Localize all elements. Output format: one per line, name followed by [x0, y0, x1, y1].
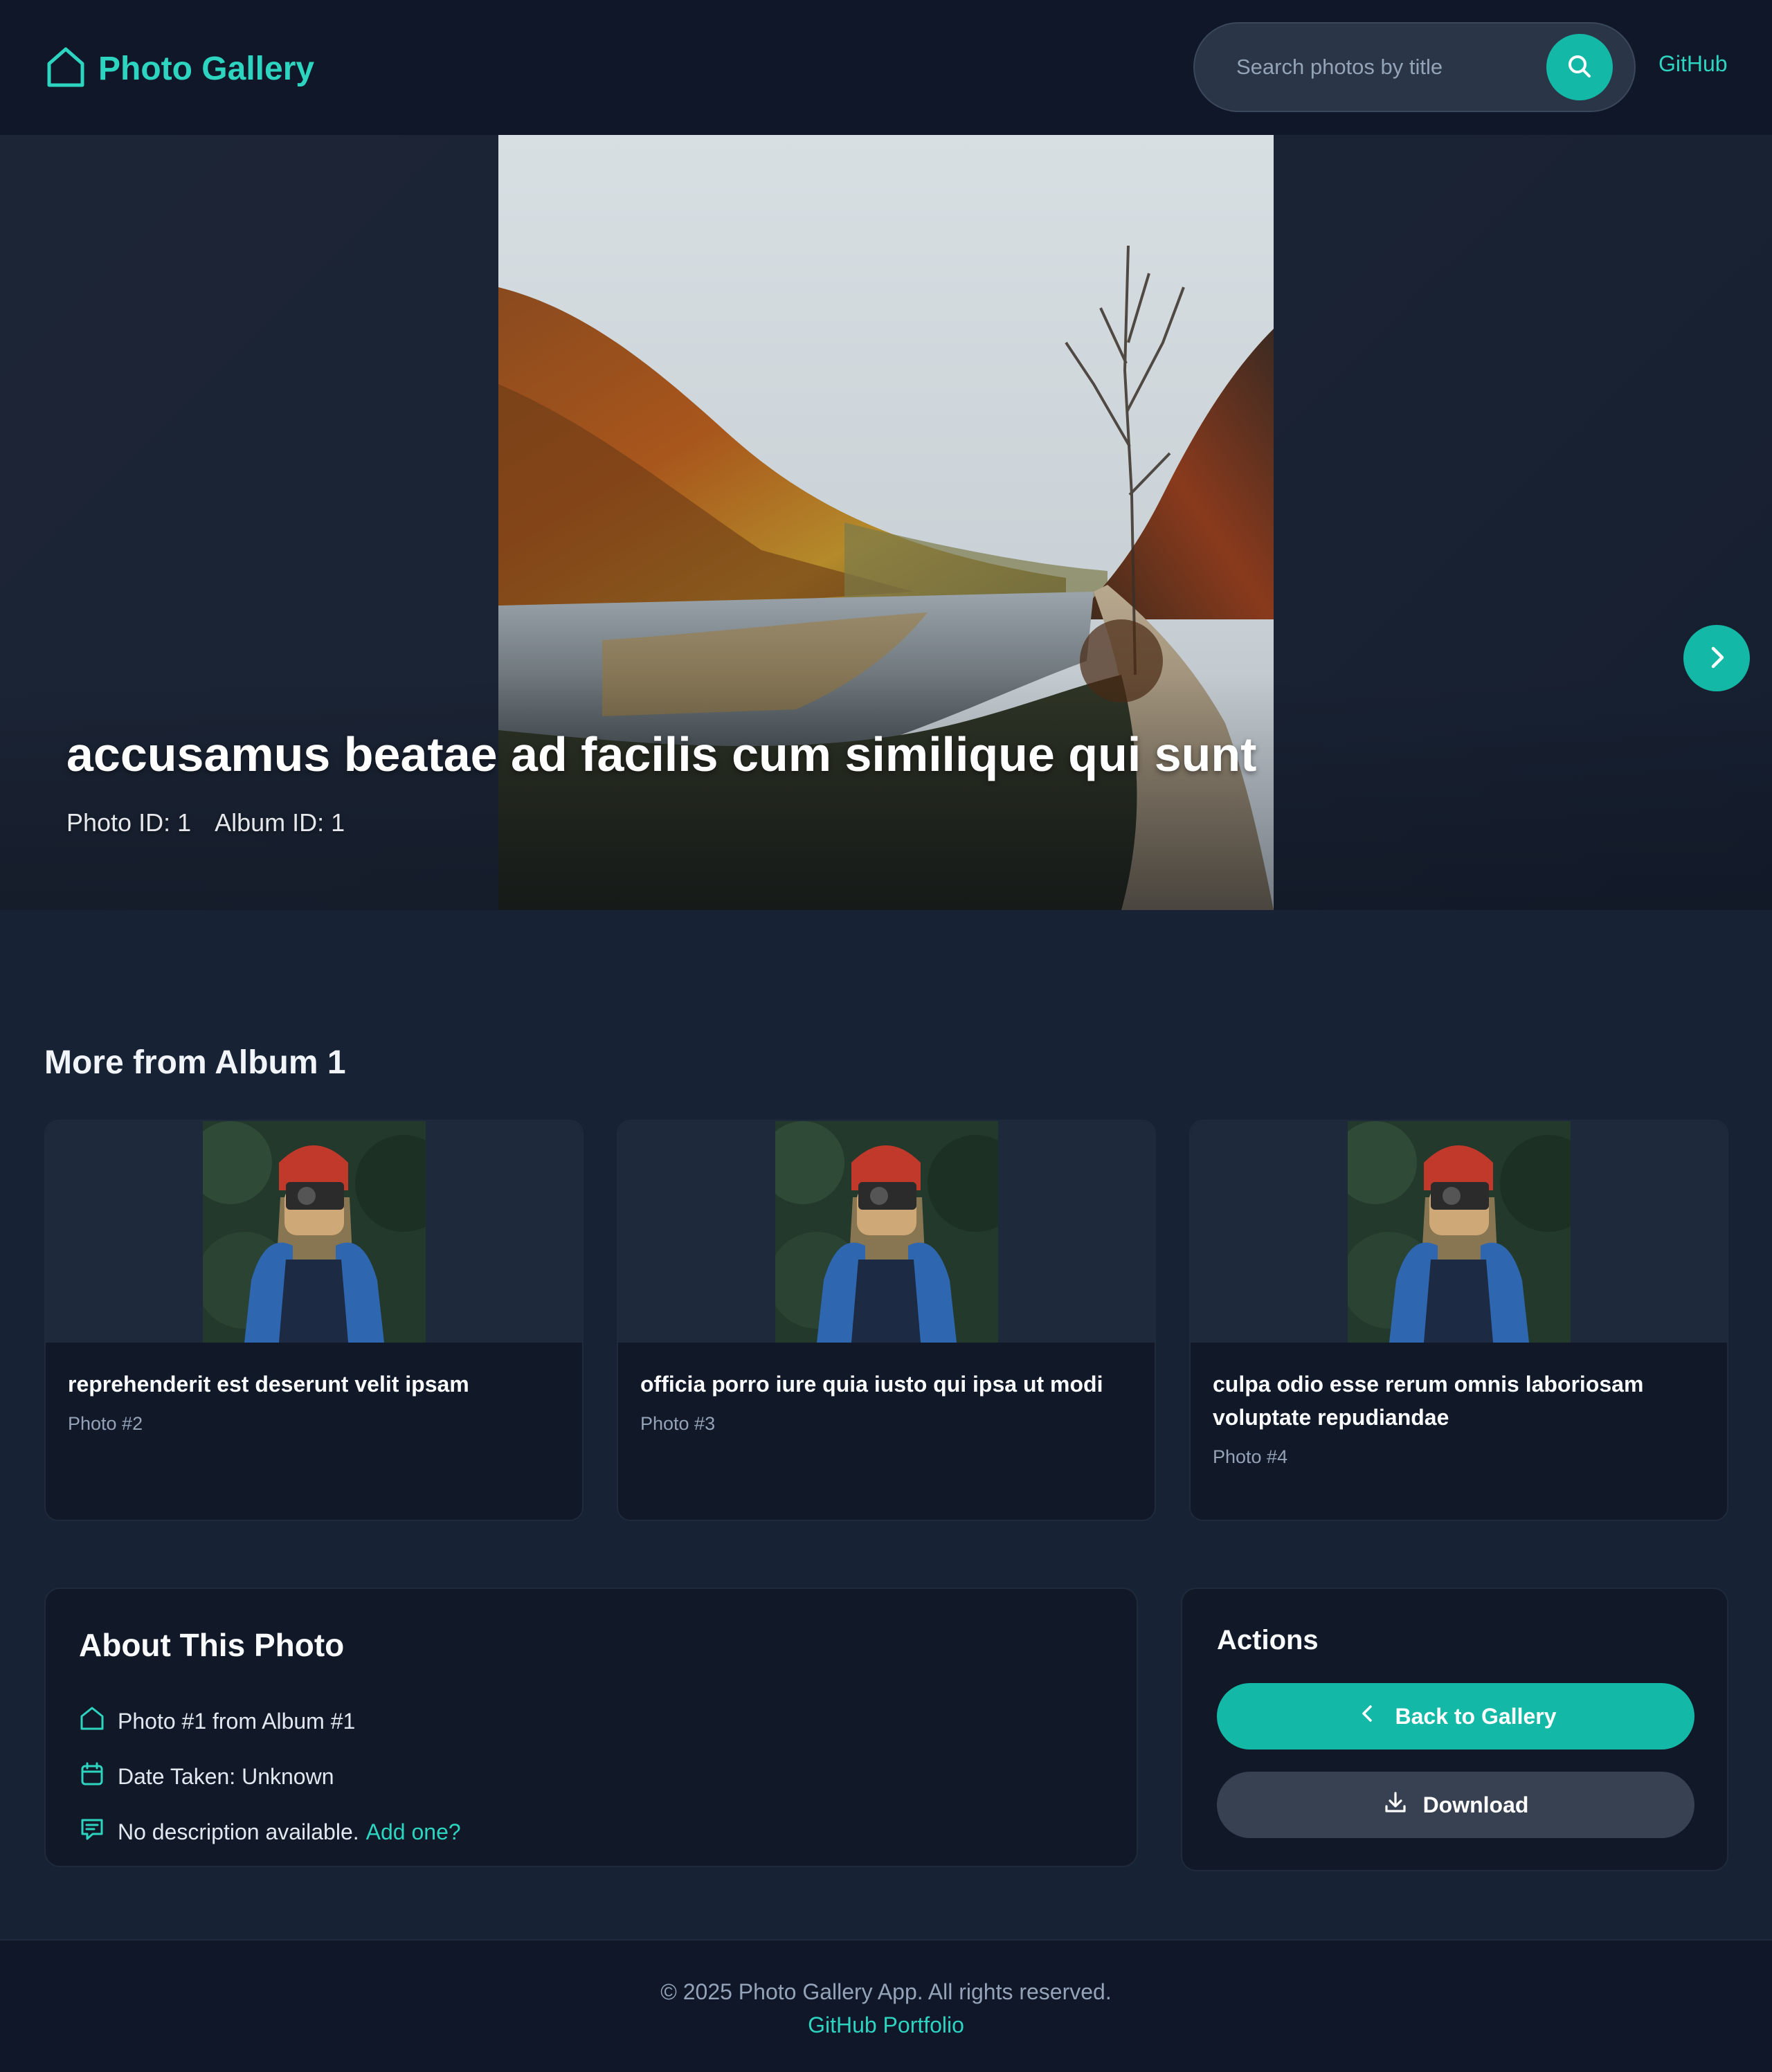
related-card[interactable]: culpa odio esse rerum omnis laboriosam v… [1189, 1120, 1728, 1521]
card-subtitle: Photo #4 [1213, 1446, 1288, 1467]
card-thumbnail [203, 1121, 426, 1343]
search-input[interactable] [1236, 24, 1541, 111]
photo-meta: Photo ID: 1 Album ID: 1 [66, 808, 345, 837]
photo-title: accusamus beatae ad facilis cum similiqu… [66, 727, 1257, 781]
back-to-gallery-button[interactable]: Back to Gallery [1217, 1683, 1694, 1750]
search-icon [1566, 53, 1593, 82]
top-header: Photo Gallery GitHub [0, 0, 1772, 135]
about-description-row: No description available. Add one? [79, 1816, 461, 1848]
github-link[interactable]: GitHub [1658, 51, 1728, 77]
related-heading: More from Album 1 [44, 1044, 346, 1081]
search-button[interactable] [1546, 34, 1613, 100]
search-box [1193, 22, 1636, 112]
github-portfolio-link[interactable]: GitHub Portfolio [0, 2012, 1772, 2038]
copyright-text: © 2025 Photo Gallery App. All rights res… [660, 1979, 1112, 2004]
download-label: Download [1422, 1792, 1529, 1817]
calendar-icon [79, 1761, 105, 1792]
actions-heading: Actions [1217, 1625, 1319, 1655]
card-subtitle: Photo #2 [68, 1413, 143, 1434]
about-panel: About This Photo Photo #1 from Album #1 … [44, 1588, 1138, 1867]
actions-panel: Actions Back to Gallery Download [1181, 1588, 1728, 1871]
download-button[interactable]: Download [1217, 1772, 1694, 1838]
card-thumbnail [775, 1121, 998, 1343]
related-card[interactable]: officia porro iure quia iusto qui ipsa u… [617, 1120, 1156, 1521]
card-subtitle: Photo #3 [640, 1413, 716, 1434]
about-source-row: Photo #1 from Album #1 [79, 1705, 355, 1737]
card-thumbnail-frame [46, 1121, 582, 1343]
add-description-link[interactable]: Add one? [366, 1819, 461, 1844]
chevron-right-icon [1701, 642, 1732, 675]
card-thumbnail-frame [1191, 1121, 1727, 1343]
card-info: reprehenderit est deserunt velit ipsam P… [68, 1367, 563, 1435]
photo-id: Photo ID: 1 [66, 808, 192, 837]
hero-overlay [0, 675, 1772, 910]
comment-icon [79, 1816, 105, 1848]
card-thumbnail [1348, 1121, 1571, 1343]
card-title: officia porro iure quia iusto qui ipsa u… [640, 1372, 1103, 1397]
about-source: Photo #1 from Album #1 [118, 1708, 356, 1734]
chevron-left-icon [1355, 1701, 1380, 1732]
related-card[interactable]: reprehenderit est deserunt velit ipsam P… [44, 1120, 584, 1521]
about-date: Date Taken: Unknown [118, 1763, 334, 1789]
download-icon [1383, 1790, 1408, 1820]
home-icon [46, 46, 86, 92]
card-info: culpa odio esse rerum omnis laboriosam v… [1213, 1367, 1708, 1469]
card-title: culpa odio esse rerum omnis laboriosam v… [1213, 1372, 1644, 1430]
card-info: officia porro iure quia iusto qui ipsa u… [640, 1367, 1135, 1435]
back-to-gallery-label: Back to Gallery [1395, 1703, 1557, 1729]
card-thumbnail-frame [618, 1121, 1155, 1343]
about-description: No description available. [118, 1819, 359, 1844]
brand-link[interactable]: Photo Gallery [46, 46, 314, 91]
album-id: Album ID: 1 [215, 808, 345, 837]
card-title: reprehenderit est deserunt velit ipsam [68, 1372, 469, 1397]
hero-section [0, 135, 1772, 910]
about-heading: About This Photo [79, 1627, 345, 1663]
home-icon [79, 1705, 105, 1737]
next-photo-button[interactable] [1683, 625, 1750, 691]
about-date-row: Date Taken: Unknown [79, 1761, 334, 1792]
page-footer: © 2025 Photo Gallery App. All rights res… [0, 1939, 1772, 2072]
brand-title: Photo Gallery [98, 50, 315, 87]
